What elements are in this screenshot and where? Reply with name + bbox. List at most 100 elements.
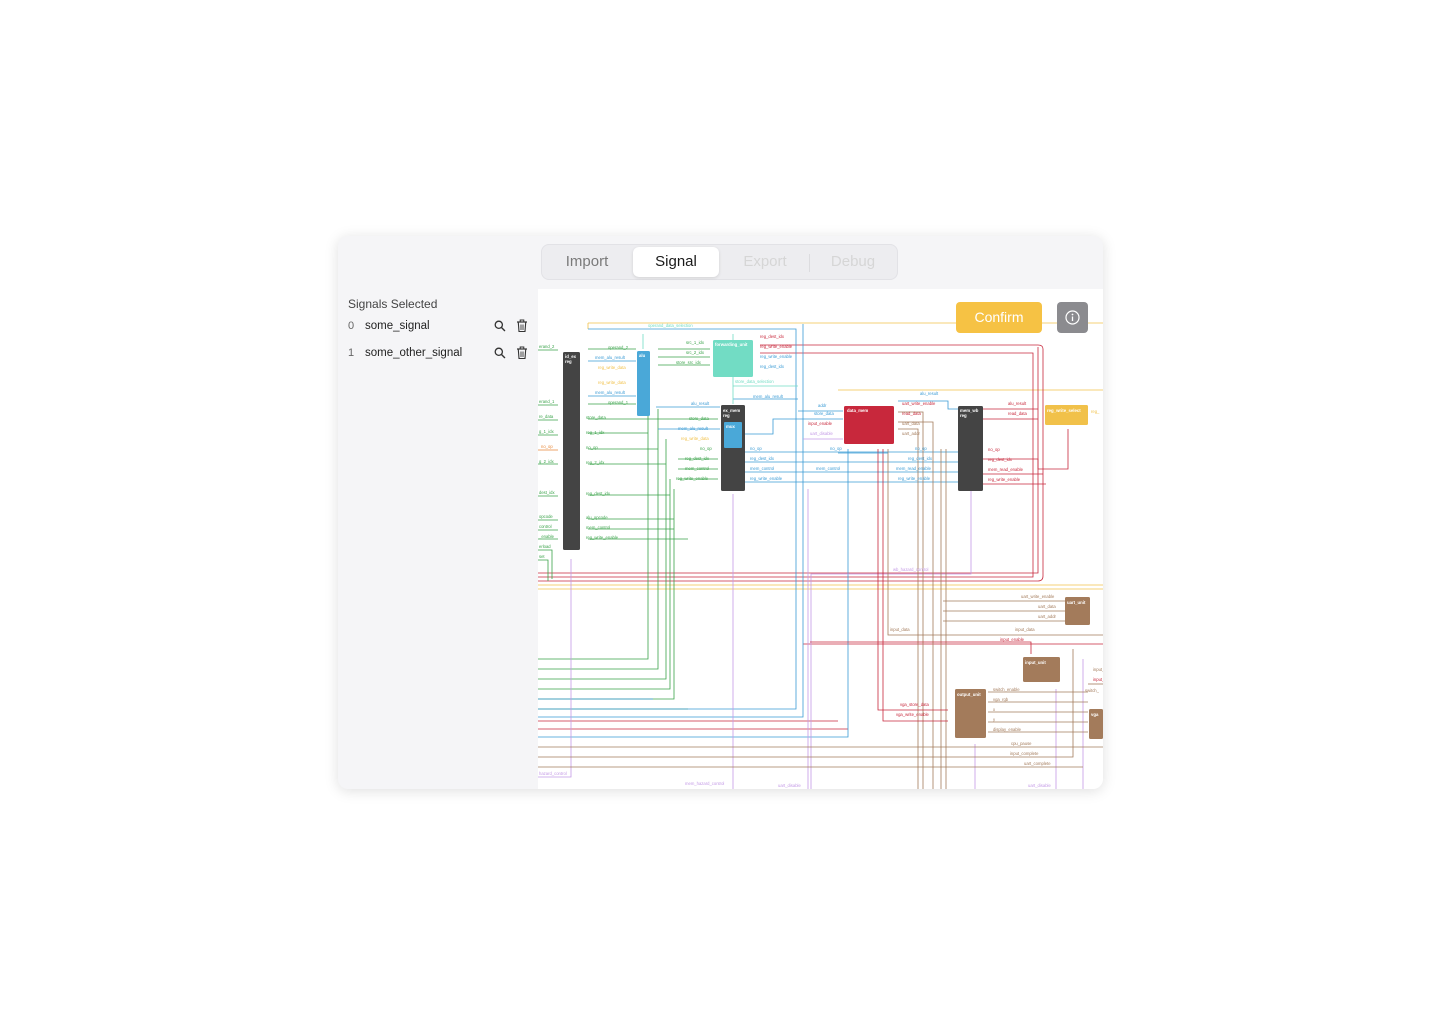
svg-text:store_data_selection: store_data_selection bbox=[735, 379, 774, 384]
svg-text:reg: reg bbox=[960, 413, 967, 418]
svg-text:input_data: input_data bbox=[890, 627, 910, 632]
svg-text:store_data: store_data bbox=[814, 411, 834, 416]
svg-text:g_2_idx: g_2_idx bbox=[539, 459, 555, 464]
svg-text:reg_write_data: reg_write_data bbox=[681, 436, 709, 441]
svg-text:reg_dest_idx: reg_dest_idx bbox=[760, 334, 785, 339]
svg-text:reg_write_enable: reg_write_enable bbox=[750, 476, 783, 481]
svg-text:no_op: no_op bbox=[586, 445, 598, 450]
svg-text:mem_alu_result: mem_alu_result bbox=[595, 355, 626, 360]
signal-name: some_other_signal bbox=[365, 347, 463, 359]
svg-text:reg_write_enable: reg_write_enable bbox=[988, 477, 1021, 482]
svg-text:reg_dest_idx: reg_dest_idx bbox=[988, 457, 1013, 462]
svg-text:reg_1_idx: reg_1_idx bbox=[586, 430, 605, 435]
svg-text:store_data: store_data bbox=[689, 416, 709, 421]
svg-text:cpu_pause: cpu_pause bbox=[1011, 741, 1032, 746]
svg-text:mem_alu_result: mem_alu_result bbox=[753, 394, 784, 399]
svg-text:operand_1: operand_1 bbox=[608, 400, 629, 405]
svg-text:reg_write_data: reg_write_data bbox=[598, 380, 626, 385]
svg-text:addr: addr bbox=[818, 403, 827, 408]
search-icon[interactable] bbox=[492, 318, 508, 334]
svg-text:_enable: _enable bbox=[538, 534, 555, 539]
svg-text:wb_hazard_control: wb_hazard_control bbox=[893, 567, 928, 572]
svg-text:display_enable: display_enable bbox=[993, 727, 1022, 732]
svg-text:uart_data: uart_data bbox=[902, 421, 920, 426]
data-mem-label: data_mem bbox=[847, 408, 868, 413]
signal-index: 1 bbox=[348, 347, 355, 359]
vga-label: vga bbox=[1091, 712, 1099, 717]
svg-text:mem_alu_result: mem_alu_result bbox=[595, 390, 626, 395]
signal-row[interactable]: 0 some_signal bbox=[338, 316, 538, 338]
svg-text:uart_disable: uart_disable bbox=[1028, 783, 1051, 788]
trash-icon[interactable] bbox=[514, 345, 530, 361]
svg-text:switch_enable: switch_enable bbox=[993, 687, 1020, 692]
trash-icon[interactable] bbox=[514, 318, 530, 334]
svg-text:input_: input_ bbox=[1093, 667, 1103, 672]
svg-text:no_op: no_op bbox=[915, 446, 927, 451]
pipeline-diagram: id_ex reg alu forwarding_unit ex_mem reg… bbox=[538, 322, 1103, 789]
svg-text:no_op: no_op bbox=[988, 447, 1000, 452]
svg-text:reg_2_idx: reg_2_idx bbox=[586, 460, 605, 465]
svg-text:reg_write_data: reg_write_data bbox=[598, 365, 626, 370]
svg-text:store_data: store_data bbox=[586, 415, 606, 420]
svg-text:uart_write_enable: uart_write_enable bbox=[1021, 594, 1055, 599]
svg-text:reg_write_enable: reg_write_enable bbox=[760, 354, 793, 359]
info-button[interactable] bbox=[1057, 302, 1088, 333]
svg-text:no_op: no_op bbox=[830, 446, 842, 451]
svg-text:vga_store_data: vga_store_data bbox=[900, 702, 930, 707]
svg-text:vga_write_enable: vga_write_enable bbox=[896, 712, 929, 717]
svg-text:reg: reg bbox=[723, 413, 730, 418]
svg-text:mem_read_enable: mem_read_enable bbox=[988, 467, 1024, 472]
tab-import[interactable]: Import bbox=[544, 247, 630, 277]
svg-text:store_src_idx: store_src_idx bbox=[676, 360, 702, 365]
svg-text:erand_1: erand_1 bbox=[539, 399, 555, 404]
svg-text:reg_write_enable: reg_write_enable bbox=[586, 535, 619, 540]
svg-text:input_enable: input_enable bbox=[808, 421, 833, 426]
alu-block bbox=[637, 351, 650, 416]
svg-text:operand_2: operand_2 bbox=[608, 345, 629, 350]
tab-signal[interactable]: Signal bbox=[633, 247, 719, 277]
svg-text:reg_write_enable: reg_write_enable bbox=[676, 476, 709, 481]
svg-text:reg_dest_idx: reg_dest_idx bbox=[908, 456, 933, 461]
svg-text:erand_2: erand_2 bbox=[539, 344, 555, 349]
svg-text:reg_write_enable: reg_write_enable bbox=[760, 344, 793, 349]
input-unit-label: input_unit bbox=[1025, 660, 1046, 665]
tab-bar: Import Signal Export Debug bbox=[541, 244, 898, 280]
output-unit-label: output_unit bbox=[957, 692, 981, 697]
sidebar-title: Signals Selected bbox=[348, 297, 438, 311]
signals-sidebar: Signals Selected 0 some_signal 1 some_ot… bbox=[338, 289, 538, 789]
alu-label: alu bbox=[639, 353, 646, 358]
confirm-button[interactable]: Confirm bbox=[956, 302, 1042, 333]
tab-debug: Debug bbox=[830, 253, 876, 270]
svg-text:no_op: no_op bbox=[700, 446, 712, 451]
svg-text:erload: erload bbox=[539, 544, 551, 549]
svg-text:dest_idx: dest_idx bbox=[539, 490, 556, 495]
svg-text:read_data: read_data bbox=[902, 411, 922, 416]
svg-text:reg_: reg_ bbox=[1091, 409, 1100, 414]
svg-text:reg_dest_idx: reg_dest_idx bbox=[586, 491, 611, 496]
app-window: Import Signal Export Debug Signals Selec… bbox=[338, 236, 1103, 789]
signal-name: some_signal bbox=[365, 320, 430, 332]
search-icon[interactable] bbox=[492, 345, 508, 361]
svg-text:mem_alu_result: mem_alu_result bbox=[678, 426, 709, 431]
svg-text:input_: input_ bbox=[1093, 677, 1103, 682]
svg-text:input_enable: input_enable bbox=[1000, 637, 1025, 642]
svg-text:vga_rgb: vga_rgb bbox=[993, 697, 1009, 702]
svg-text:uart_disable: uart_disable bbox=[810, 431, 833, 436]
svg-text:alu_result: alu_result bbox=[1008, 401, 1027, 406]
svg-text:reg_dest_idx: reg_dest_idx bbox=[685, 456, 710, 461]
svg-text:alu_opcode: alu_opcode bbox=[586, 515, 608, 520]
top-bar: Import Signal Export Debug bbox=[338, 236, 1103, 289]
svg-text:read_data: read_data bbox=[1008, 411, 1028, 416]
svg-text:reg_dest_idx: reg_dest_idx bbox=[750, 456, 775, 461]
pipeline-diagram-canvas[interactable]: id_ex reg alu forwarding_unit ex_mem reg… bbox=[538, 289, 1103, 789]
svg-text:src_2_idx: src_2_idx bbox=[686, 350, 705, 355]
svg-text:control: control bbox=[539, 524, 552, 529]
svg-text:opcode: opcode bbox=[539, 514, 553, 519]
svg-text:mem_read_enable: mem_read_enable bbox=[896, 466, 932, 471]
svg-text:g_1_idx: g_1_idx bbox=[539, 429, 555, 434]
signal-row[interactable]: 1 some_other_signal bbox=[338, 343, 538, 365]
svg-text:input_complete: input_complete bbox=[1010, 751, 1039, 756]
svg-text:uart_disable: uart_disable bbox=[778, 783, 801, 788]
tab-export: Export bbox=[743, 253, 787, 270]
svg-text:mem_control: mem_control bbox=[816, 466, 840, 471]
